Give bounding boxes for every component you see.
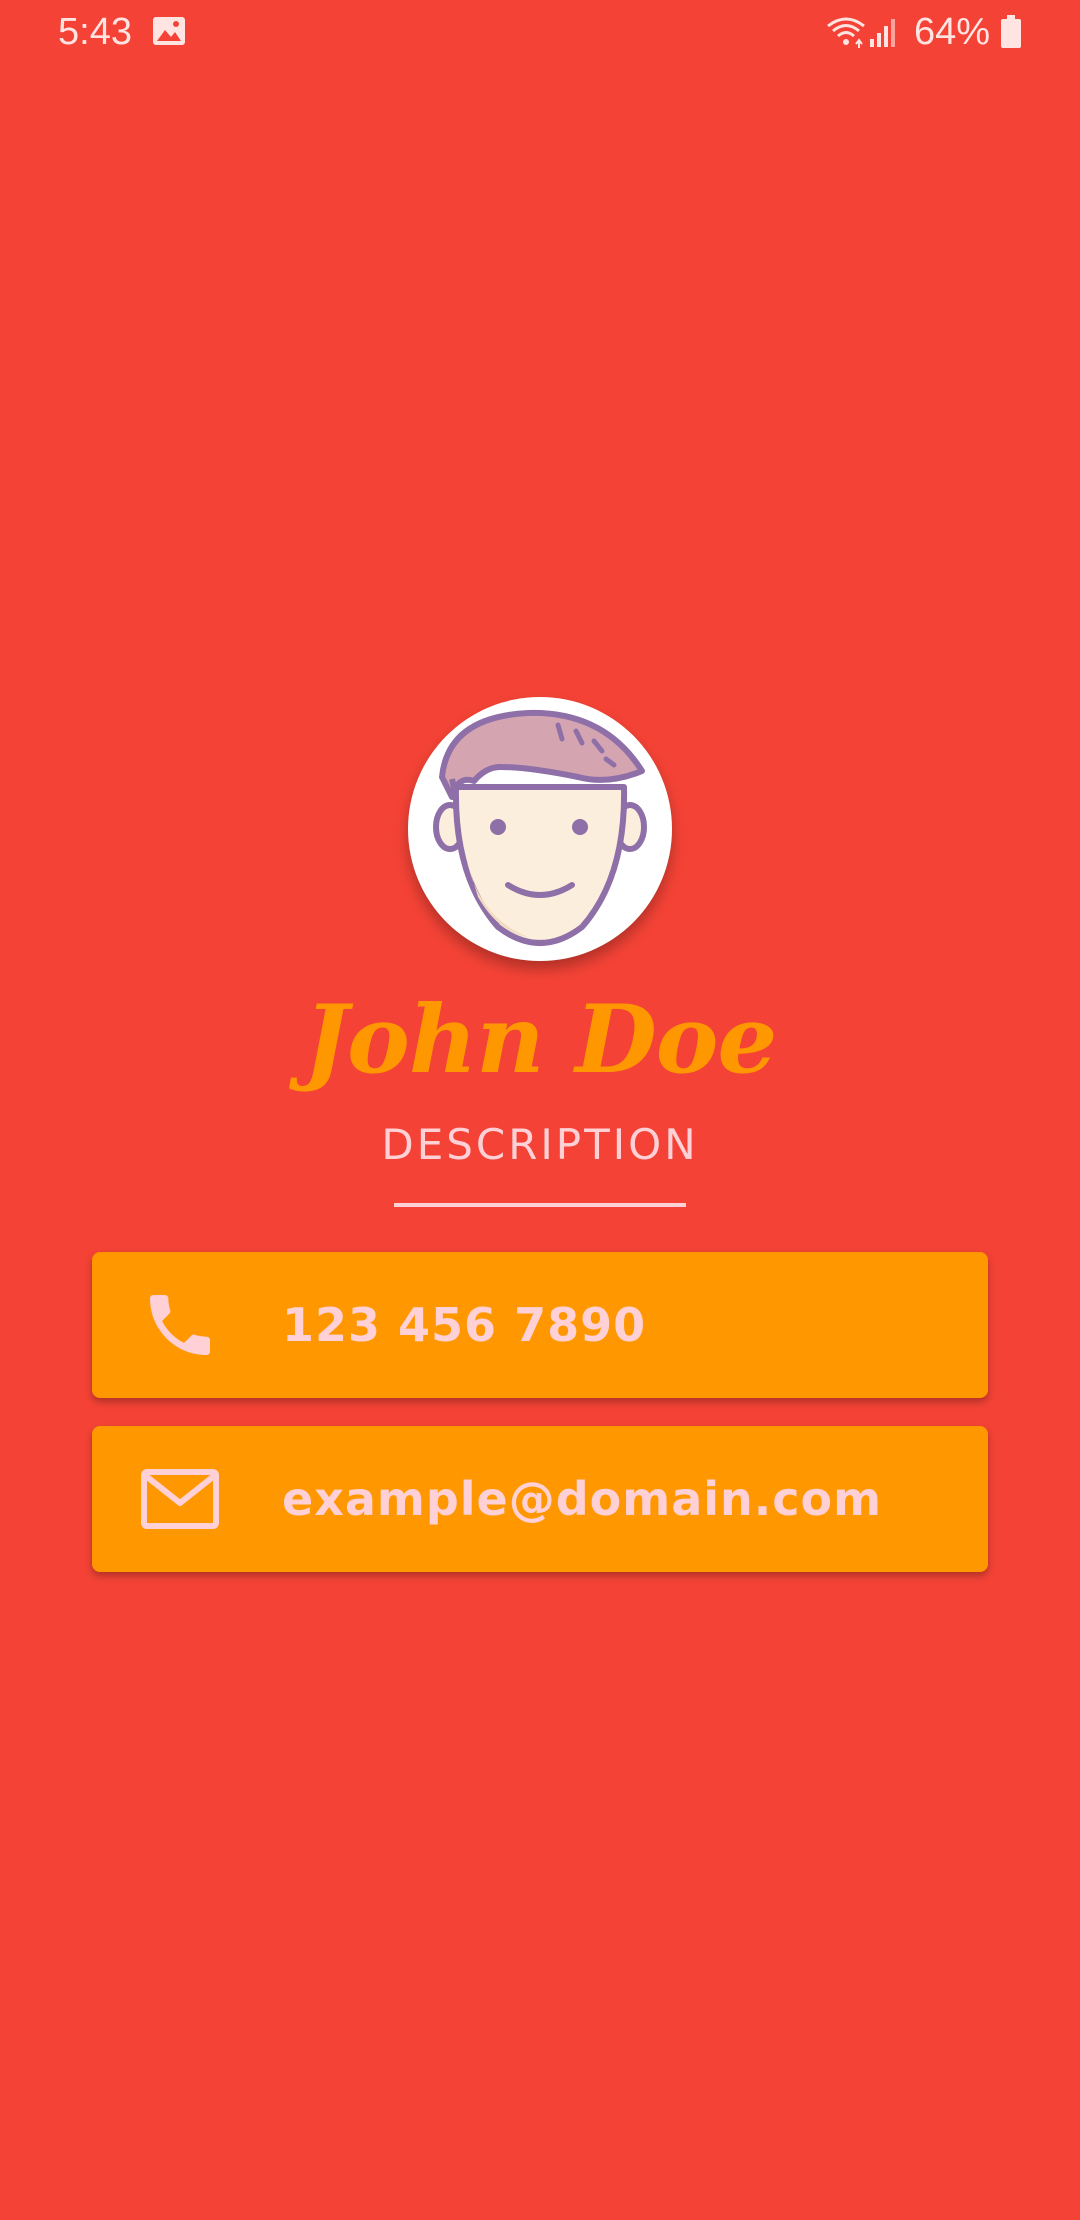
divider — [394, 1203, 686, 1207]
profile-description: DESCRIPTION — [381, 1120, 699, 1169]
profile-name: John Doe — [303, 985, 778, 1095]
status-right: 64% — [824, 8, 1022, 56]
man-face-avatar-icon — [433, 709, 647, 946]
battery-percent: 64% — [913, 11, 990, 53]
battery-icon — [1000, 15, 1022, 49]
status-time: 5:43 — [58, 11, 132, 53]
gallery-icon — [152, 16, 186, 46]
phone-number: 123 456 7890 — [282, 1298, 647, 1352]
phone-icon — [140, 1285, 220, 1365]
signal-icon — [868, 15, 900, 49]
avatar — [408, 697, 672, 961]
email-card[interactable]: example@domain.com — [92, 1426, 988, 1572]
email-address: example@domain.com — [282, 1472, 883, 1526]
mail-icon — [140, 1459, 220, 1539]
phone-card[interactable]: 123 456 7890 — [92, 1252, 988, 1398]
status-bar: 5:43 64% — [0, 0, 1080, 64]
wifi-icon — [824, 14, 868, 50]
